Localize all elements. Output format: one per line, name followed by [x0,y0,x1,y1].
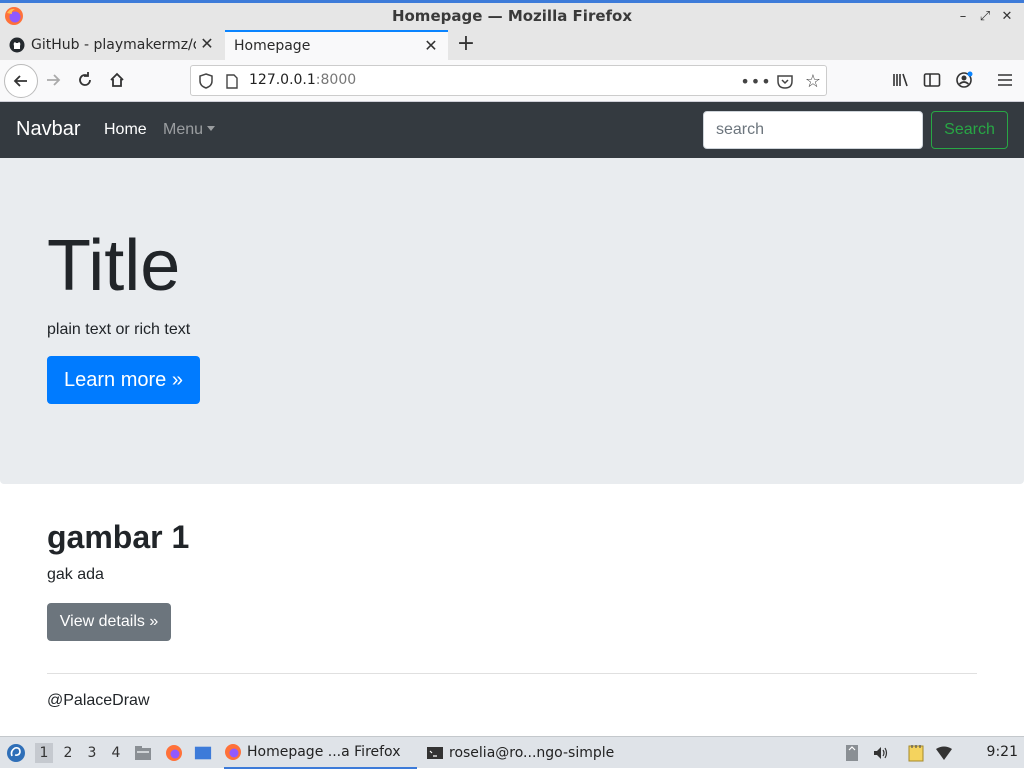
forward-arrow-icon [47,74,61,86]
jumbotron: Title plain text or rich text Learn more… [0,158,1024,484]
tab-label: GitHub - playmakermz/d [31,37,196,53]
minimize-icon[interactable]: – [956,6,970,26]
url-bar[interactable]: 127.0.0.1:8000 ••• ☆ [190,65,827,96]
github-icon [9,37,25,53]
reload-button[interactable] [70,65,100,95]
search-button[interactable]: Search [931,111,1008,149]
hamburger-menu-icon [998,74,1012,86]
web-page: Navbar Home Menu Search Title plain text… [0,102,1024,736]
file-manager-icon[interactable] [134,744,152,762]
section-title: gambar 1 [47,519,190,555]
taskbar-app-label: roselia@ro...ngo-simple [449,745,615,761]
app-menu-button[interactable] [990,65,1020,95]
taskbar-clock[interactable]: 9:21 [987,744,1018,760]
navbar-brand[interactable]: Navbar [16,118,80,141]
taskbar-app-terminal[interactable]: roselia@ro...ngo-simple [426,737,626,769]
home-icon [110,72,124,87]
desktop-icon[interactable] [194,744,212,762]
bookmark-star-icon[interactable]: ☆ [804,71,822,92]
wifi-icon[interactable] [935,744,953,762]
tab-homepage[interactable]: Homepage ✕ [225,30,448,60]
workspace-2[interactable]: 2 [59,743,77,763]
workspace-1[interactable]: 1 [35,743,53,763]
reload-icon [79,72,91,86]
footer-text: @PalaceDraw [47,692,150,709]
tab-label: Homepage [234,38,311,54]
browser-toolbar: 127.0.0.1:8000 ••• ☆ [0,60,1024,102]
nav-link-home[interactable]: Home [104,121,147,139]
caret-down-icon [207,126,216,131]
forward-button[interactable] [38,65,68,95]
terminal-icon [427,747,443,759]
library-button[interactable] [886,65,916,95]
tab-strip: GitHub - playmakermz/d ✕ Homepage ✕ + [0,30,1024,60]
view-details-button[interactable]: View details » [47,603,171,641]
back-arrow-icon [13,75,27,87]
firefox-icon [225,744,241,760]
window-titlebar: Homepage — Mozilla Firefox – ⤢ ✕ [0,0,1024,30]
sidebar-icon [923,73,941,87]
learn-more-button[interactable]: Learn more » [47,356,200,404]
taskbar-app-label: Homepage ...a Firefox [247,744,401,760]
volume-icon[interactable] [872,744,890,762]
start-menu-icon[interactable] [6,743,26,763]
pocket-icon[interactable] [776,72,794,90]
clipboard-tray-icon[interactable] [843,744,861,762]
account-button[interactable] [949,65,979,95]
taskbar-app-firefox[interactable]: Homepage ...a Firefox [224,737,417,769]
taskbar: 1 2 3 4 Homepage ...a Firefox roselia@ro… [0,736,1024,769]
jumbotron-text: plain text or rich text [47,321,191,338]
section-text: gak ada [47,566,104,583]
notes-tray-icon[interactable] [907,744,925,762]
search-input[interactable] [703,111,923,149]
shield-icon[interactable] [197,72,215,90]
url-text[interactable]: 127.0.0.1:8000 [249,72,356,88]
tab-close-icon[interactable]: ✕ [200,36,214,52]
sidebar-button[interactable] [917,65,947,95]
tab-github[interactable]: GitHub - playmakermz/d ✕ [0,30,224,60]
window-title: Homepage — Mozilla Firefox [391,7,633,25]
back-button[interactable] [4,64,38,98]
jumbotron-title: Title [47,226,181,306]
site-navbar: Navbar Home Menu Search [0,102,1024,158]
workspace-3[interactable]: 3 [83,743,101,763]
library-icon [893,73,908,87]
nav-dropdown-menu[interactable]: Menu [163,121,216,139]
divider [47,673,977,674]
page-actions-icon[interactable]: ••• [740,72,770,91]
maximize-icon[interactable]: ⤢ [978,6,992,26]
workspace-4[interactable]: 4 [107,743,125,763]
account-icon [956,71,973,88]
home-button[interactable] [102,65,132,95]
tab-close-icon[interactable]: ✕ [424,38,438,54]
firefox-launcher-icon[interactable] [165,744,183,762]
page-icon[interactable] [223,72,241,90]
new-tab-plus-icon[interactable]: + [454,32,478,56]
close-icon[interactable]: ✕ [1000,6,1014,26]
